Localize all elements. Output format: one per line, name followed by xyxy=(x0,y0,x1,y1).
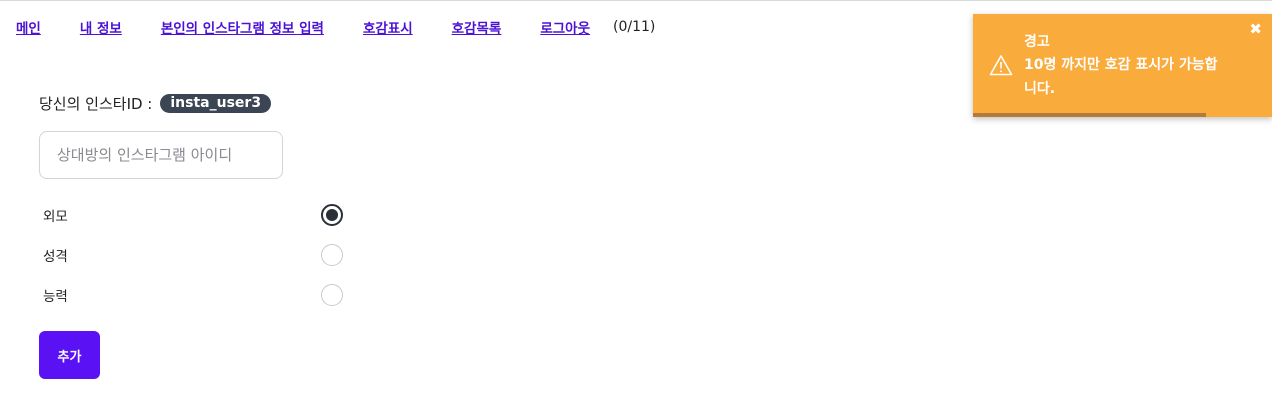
insta-id-label: 당신의 인스타ID : xyxy=(39,95,153,113)
nav-like-list[interactable]: 호감목록 xyxy=(452,17,502,37)
radio-appearance[interactable] xyxy=(321,204,343,226)
warning-toast: 경고 10명 까지만 호감 표시가 가능합니다. ✖ xyxy=(973,14,1272,117)
toast-message: 10명 까지만 호감 표시가 가능합니다. xyxy=(1024,57,1218,97)
warning-icon xyxy=(989,55,1013,76)
option-label: 성격 xyxy=(43,249,68,265)
option-label: 능력 xyxy=(43,289,68,305)
insta-id-badge: insta_user3 xyxy=(160,94,272,113)
add-button[interactable]: 추가 xyxy=(39,331,100,379)
toast-progress-bar xyxy=(973,113,1207,117)
nav-my-info[interactable]: 내 정보 xyxy=(80,17,122,37)
like-count: (0/11) xyxy=(613,19,656,35)
radio-ability[interactable] xyxy=(321,284,343,306)
nav-insta-info-input[interactable]: 본인의 인스타그램 정보 입력 xyxy=(161,17,324,37)
nav-like[interactable]: 호감표시 xyxy=(363,17,413,37)
radio-personality[interactable] xyxy=(321,244,343,266)
option-ability: 능력 xyxy=(43,284,343,306)
top-nav: 메인 내 정보 본인의 인스타그램 정보 입력 호감표시 호감목록 로그아웃 (… xyxy=(16,17,655,37)
option-appearance: 외모 xyxy=(43,204,343,226)
option-label: 외모 xyxy=(43,209,68,225)
close-icon[interactable]: ✖ xyxy=(1249,20,1262,38)
nav-logout[interactable]: 로그아웃 xyxy=(540,17,590,37)
toast-title: 경고 xyxy=(1024,34,1050,50)
nav-main[interactable]: 메인 xyxy=(16,17,41,37)
option-personality: 성격 xyxy=(43,244,343,266)
target-insta-input[interactable] xyxy=(39,131,283,179)
my-insta-id: 당신의 인스타ID : insta_user3 xyxy=(39,93,272,114)
